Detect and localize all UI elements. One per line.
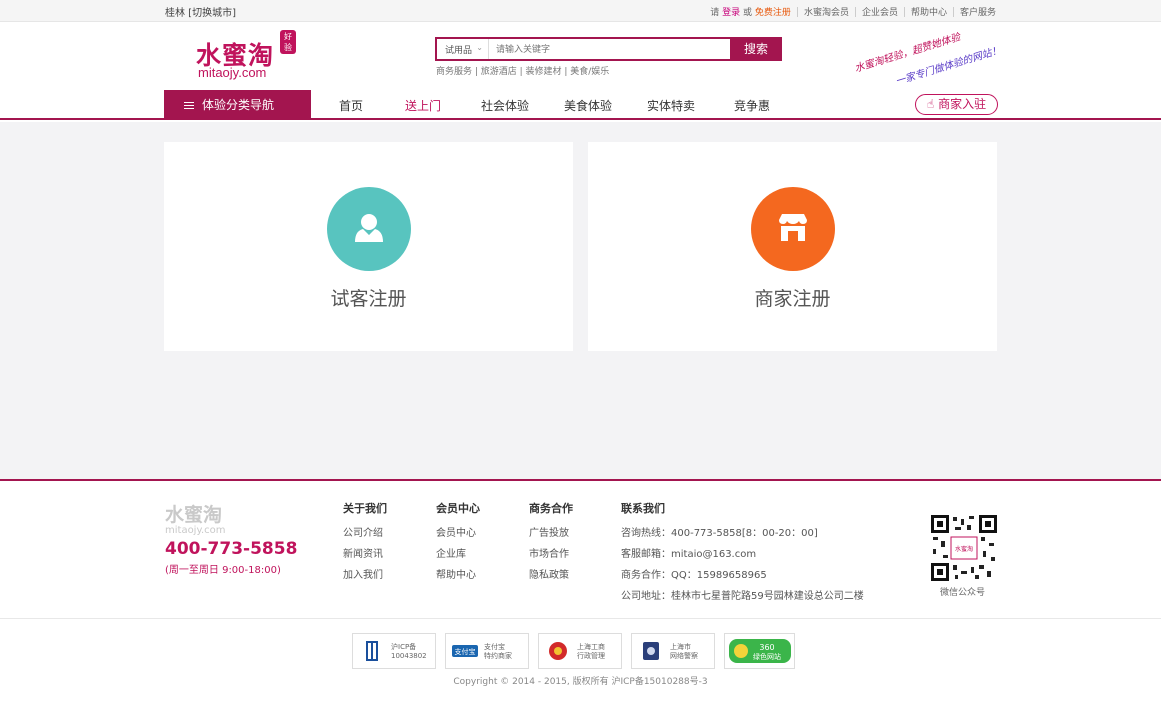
- footer-link[interactable]: 公司介绍: [343, 524, 387, 545]
- cert-alipay[interactable]: 支付宝 支付宝 特约商家: [445, 633, 529, 669]
- cert-line: 支付宝: [484, 643, 505, 651]
- chevron-down-icon: ⌄: [476, 43, 483, 52]
- main-nav: 体验分类导航 首页 送上门 社会体验 美食体验 实体特卖 竞争惠 ☝ 商家入驻: [0, 90, 1161, 120]
- cert-line: 行政管理: [577, 652, 605, 660]
- cert-line: 上海市: [670, 643, 691, 651]
- nav-item-home[interactable]: 首页: [339, 97, 363, 114]
- or-text: 或: [743, 8, 753, 18]
- contact-line: 商务合作：QQ：15989658965: [621, 570, 767, 581]
- footer-link[interactable]: 企业库: [436, 545, 480, 566]
- cert-line: 网络警察: [670, 652, 698, 660]
- nav-item-food[interactable]: 美食体验: [564, 97, 612, 114]
- footer-col-title: 联系我们: [621, 502, 665, 515]
- svg-text:水蜜淘: 水蜜淘: [955, 545, 973, 553]
- footer-link[interactable]: 市场合作: [529, 545, 573, 566]
- footer-col-title: 商务合作: [529, 502, 573, 515]
- footer-link[interactable]: 帮助中心: [436, 566, 480, 587]
- search-input[interactable]: [490, 39, 730, 59]
- footer-link[interactable]: 会员中心: [436, 524, 480, 545]
- cert-line: 沪ICP备: [391, 643, 417, 651]
- member-link[interactable]: 水蜜淘会员: [804, 5, 849, 18]
- hand-icon: ☝: [926, 97, 935, 111]
- footer-logo-domain: mitaojy.com: [165, 525, 226, 536]
- tester-register-label: 试客注册: [330, 288, 407, 310]
- footer-divider: [0, 618, 1161, 619]
- emblem-icon: [549, 642, 567, 660]
- merchant-join-label: 商家入驻: [938, 97, 987, 111]
- merchant-register-label: 商家注册: [754, 288, 831, 310]
- category-nav-label: 体验分类导航: [202, 98, 275, 112]
- category-nav-button[interactable]: 体验分类导航: [164, 90, 311, 120]
- footer-hours: (周一至周日 9:00-18:00): [165, 565, 281, 576]
- footer-phone: 400-773-5858: [165, 539, 298, 559]
- contact-line: 公司地址：桂林市七星普陀路59号园林建设总公司二楼: [621, 591, 864, 602]
- footer-link[interactable]: 广告投放: [529, 524, 573, 545]
- alipay-icon: 支付宝: [452, 645, 478, 657]
- footer-col-title: 会员中心: [436, 502, 480, 515]
- login-link[interactable]: 登录: [722, 5, 740, 18]
- site-logo[interactable]: 水蜜淘 mitaojy.com 好验: [196, 30, 296, 80]
- green-360-icon: 360 绿色网站: [729, 639, 791, 663]
- nav-item-sale[interactable]: 实体特卖: [647, 97, 695, 114]
- footer-link[interactable]: 新闻资讯: [343, 545, 387, 566]
- hot-keywords[interactable]: 商务服务 | 旅游酒店 | 装修建材 | 美食/娱乐: [436, 64, 609, 77]
- merchant-join-button[interactable]: ☝ 商家入驻: [915, 94, 998, 115]
- customer-service-link[interactable]: 客户服务: [960, 5, 996, 18]
- nav-item-compete[interactable]: 竞争惠: [734, 97, 770, 114]
- search-category-select[interactable]: 试用品 ⌄: [437, 39, 489, 59]
- qr-caption: 微信公众号: [940, 588, 986, 598]
- cert-police[interactable]: 上海市 网络警察: [631, 633, 715, 669]
- nav-item-delivery[interactable]: 送上门: [405, 97, 441, 114]
- register-link[interactable]: 免费注册: [755, 5, 791, 18]
- tester-register-card[interactable]: 试客注册: [164, 142, 573, 351]
- icp-icon: [366, 641, 378, 661]
- enterprise-member-link[interactable]: 企业会员: [862, 5, 898, 18]
- logo-badge: 好验: [280, 30, 296, 54]
- city-switch[interactable]: 桂林 [切换城市]: [165, 4, 236, 19]
- footer-link[interactable]: 隐私政策: [529, 566, 573, 587]
- cert-icp[interactable]: 沪ICP备 10043802: [352, 633, 436, 669]
- cert-line: 10043802: [391, 652, 427, 660]
- menu-icon: [184, 100, 194, 111]
- search-button[interactable]: 搜索: [730, 37, 782, 61]
- nav-item-social[interactable]: 社会体验: [481, 97, 529, 114]
- contact-line: 客服邮箱：mitaio@163.com: [621, 549, 757, 560]
- cert-line: 特约商家: [484, 652, 512, 660]
- svg-text:支付宝: 支付宝: [455, 647, 476, 656]
- police-icon: [643, 642, 659, 660]
- footer-logo: 水蜜淘 mitaojy.com: [165, 500, 226, 536]
- cert-360-line: 绿色网站: [753, 652, 781, 661]
- cert-360-line: 360: [759, 643, 774, 652]
- copyright: Copyright © 2014 - 2015, 版权所有 沪ICP备15010…: [453, 677, 708, 687]
- search-category-label: 试用品: [445, 46, 473, 56]
- tester-circle: [327, 187, 411, 271]
- main-area: 试客注册 商家注册: [0, 122, 1161, 479]
- footer-link[interactable]: 加入我们: [343, 566, 387, 587]
- footer-col-title: 关于我们: [343, 502, 387, 515]
- top-links: 请 登录 或 免费注册 水蜜淘会员 企业会员 帮助中心 客户服务: [710, 5, 996, 18]
- merchant-circle: [751, 187, 835, 271]
- footer-col-about: 关于我们 公司介绍 新闻资讯 加入我们: [343, 500, 387, 587]
- help-center-link[interactable]: 帮助中心: [911, 5, 947, 18]
- cert-aic[interactable]: 上海工商 行政管理: [538, 633, 622, 669]
- please-text: 请: [710, 8, 720, 18]
- person-icon: [355, 214, 383, 242]
- search-bar: 试用品 ⌄ 搜索: [435, 37, 782, 61]
- top-bar: 桂林 [切换城市] 请 登录 或 免费注册 水蜜淘会员 企业会员 帮助中心 客户…: [0, 0, 1161, 22]
- footer-col-business: 商务合作 广告投放 市场合作 隐私政策: [529, 500, 573, 587]
- footer-col-contact: 联系我们 咨询热线：400-773-5858[8：00-20：00] 客服邮箱：…: [621, 500, 864, 608]
- cert-line: 上海工商: [577, 643, 605, 651]
- footer-logo-chinese: 水蜜淘: [165, 504, 223, 526]
- wechat-qr-code: 水蜜淘: [931, 515, 997, 581]
- footer-col-member: 会员中心 会员中心 企业库 帮助中心: [436, 500, 480, 587]
- contact-line: 咨询热线：400-773-5858[8：00-20：00]: [621, 528, 818, 539]
- footer: 水蜜淘 mitaojy.com 400-773-5858 (周一至周日 9:00…: [0, 479, 1161, 711]
- logo-domain: mitaojy.com: [198, 65, 267, 80]
- cert-360[interactable]: 360 绿色网站: [724, 633, 795, 669]
- merchant-register-card[interactable]: 商家注册: [588, 142, 997, 351]
- store-icon: [779, 214, 807, 241]
